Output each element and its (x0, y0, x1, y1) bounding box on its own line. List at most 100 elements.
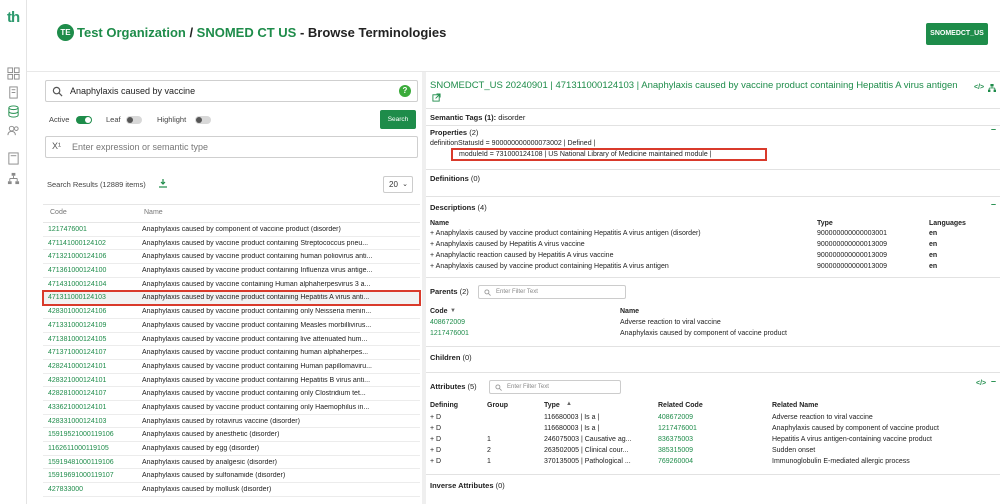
row-code[interactable]: 428281000124107 (48, 390, 106, 397)
help-icon[interactable]: ? (399, 85, 411, 97)
table-row[interactable]: 15919691000119107 Anaphylaxis caused by s… (43, 469, 420, 484)
active-toggle[interactable] (76, 116, 92, 124)
code-view-icon[interactable]: </> (974, 84, 984, 91)
table-row[interactable]: 428241000124101 Anaphylaxis caused by vac… (43, 360, 420, 374)
external-link-icon[interactable] (432, 93, 441, 102)
sort-desc-icon[interactable]: ▼ (450, 308, 456, 314)
table-row[interactable]: 471381000124105 Anaphylaxis caused by vac… (43, 333, 420, 347)
row-code[interactable]: 428301000124106 (48, 308, 106, 315)
table-row[interactable]: 471331000124109 Anaphylaxis caused by vac… (43, 319, 420, 333)
attribute-defining[interactable]: + D (430, 425, 441, 432)
table-row[interactable]: 428321000124101 Anaphylaxis caused by vac… (43, 374, 420, 388)
children-label[interactable]: Children (0) (430, 353, 472, 362)
description-name[interactable]: + Anaphylaxis caused by vaccine product … (430, 263, 669, 270)
attributes-filter-input[interactable]: Enter Filter Text (489, 380, 621, 394)
col-code[interactable]: Code (50, 209, 67, 216)
attribute-defining[interactable]: + D (430, 447, 441, 454)
table-row[interactable]: 428281000124107 Anaphylaxis caused by vac… (43, 387, 420, 401)
attributes-label[interactable]: Attributes (5) (430, 382, 477, 391)
definitions-label[interactable]: Definitions (0) (430, 174, 480, 183)
table-row[interactable]: 428331000124103 Anaphylaxis caused by rot… (43, 415, 420, 429)
expression-placeholder: Enter expression or semantic type (72, 142, 209, 152)
attribute-defining[interactable]: + D (430, 436, 441, 443)
database-icon[interactable] (7, 105, 20, 118)
dashboard-icon[interactable] (7, 67, 20, 80)
table-row[interactable]: 427833000 Anaphylaxis caused by mollusk (… (43, 483, 420, 497)
table-row[interactable]: 471321000124106 Anaphylaxis caused by vac… (43, 250, 420, 265)
att-col-type[interactable]: Type (544, 402, 560, 409)
collapse-properties-icon[interactable]: – (991, 124, 996, 134)
row-code[interactable]: 1217476001 (48, 226, 87, 233)
table-row[interactable]: 15919481000119106 Anaphylaxis caused by a… (43, 456, 420, 470)
building-icon[interactable] (7, 86, 20, 99)
table-row[interactable]: 1162611000119105 Anaphylaxis caused by eg… (43, 442, 420, 456)
row-code[interactable]: 433621000124101 (48, 404, 106, 411)
row-code[interactable]: 471141000124102 (48, 240, 106, 247)
descriptions-label[interactable]: Descriptions (4) (430, 203, 487, 212)
highlight-toggle[interactable] (195, 116, 211, 124)
row-code[interactable]: 471371000124107 (48, 349, 106, 356)
table-row[interactable]: 428301000124106 Anaphylaxis caused by vac… (43, 305, 420, 319)
org-link[interactable]: Test Organization (77, 25, 186, 40)
page-title: Test Organization / SNOMED CT US - Brows… (77, 24, 446, 41)
collapse-descriptions-icon[interactable]: – (991, 199, 996, 209)
sort-asc-icon[interactable]: ▲ (566, 401, 572, 407)
terminology-version-button[interactable]: SNOMEDCT_US (926, 23, 988, 45)
app-logo[interactable]: th (7, 9, 20, 26)
table-row[interactable]: 15919521000119106 Anaphylaxis caused by a… (43, 428, 420, 442)
attribute-related-code[interactable]: 408672009 (658, 414, 693, 421)
row-code[interactable]: 471431000124104 (48, 281, 106, 288)
col-name[interactable]: Name (144, 209, 163, 216)
hierarchy-view-icon[interactable] (988, 84, 996, 92)
search-input[interactable]: Anaphylaxis caused by vaccine ? (45, 80, 418, 102)
inverse-attributes-label[interactable]: Inverse Attributes (0) (430, 481, 505, 490)
parents-label[interactable]: Parents (2) (430, 287, 469, 296)
table-row[interactable]: 471431000124104 Anaphylaxis caused by vac… (43, 278, 420, 292)
row-code[interactable]: 427833000 (48, 486, 83, 493)
attributes-code-icon[interactable]: </> (976, 380, 986, 387)
properties-label[interactable]: Properties (2) (430, 128, 478, 137)
table-row[interactable]: 471141000124102 Anaphylaxis caused by vac… (43, 237, 420, 251)
row-code[interactable]: 428241000124101 (48, 363, 106, 370)
table-row[interactable]: 433621000124101 Anaphylaxis caused by vac… (43, 401, 420, 415)
description-name[interactable]: + Anaphylaxis caused by Hepatitis A viru… (430, 241, 585, 248)
table-row[interactable]: 471311000124103 Anaphylaxis caused by vac… (42, 290, 421, 307)
row-code[interactable]: 428331000124103 (48, 418, 106, 425)
parent-code[interactable]: 408672009 (430, 319, 465, 326)
row-code[interactable]: 15919521000119106 (48, 431, 114, 438)
collapse-attributes-icon[interactable]: – (991, 376, 996, 386)
description-name[interactable]: + Anaphylactic reaction caused by Hepati… (430, 252, 613, 259)
parent-code[interactable]: 1217476001 (430, 330, 469, 337)
row-code[interactable]: 471311000124103 (48, 294, 106, 301)
download-icon[interactable] (158, 178, 168, 188)
leaf-toggle[interactable] (126, 116, 142, 124)
table-row[interactable]: 471371000124107 Anaphylaxis caused by vac… (43, 346, 420, 360)
row-code[interactable]: 471331000124109 (48, 322, 106, 329)
book-icon[interactable] (7, 152, 20, 165)
attribute-related-code[interactable]: 385315009 (658, 447, 693, 454)
row-code[interactable]: 15919481000119106 (48, 459, 114, 466)
parents-filter-input[interactable]: Enter Filter Text (478, 285, 626, 299)
attribute-defining[interactable]: + D (430, 414, 441, 421)
terminology-link[interactable]: SNOMED CT US (197, 25, 297, 40)
row-code[interactable]: 471381000124105 (48, 336, 106, 343)
row-code[interactable]: 471321000124106 (48, 253, 106, 260)
row-code[interactable]: 428321000124101 (48, 377, 106, 384)
table-row[interactable]: 471361000124100 Anaphylaxis caused by vac… (43, 264, 420, 278)
att-col-related-name: Related Name (772, 402, 819, 409)
page-size-select[interactable]: 20 ⌄ (383, 176, 413, 193)
expression-input[interactable]: X¹ Enter expression or semantic type (45, 136, 418, 158)
description-name[interactable]: + Anaphylaxis caused by vaccine product … (430, 230, 701, 237)
search-button[interactable]: Search (380, 110, 416, 129)
row-code[interactable]: 15919691000119107 (48, 472, 114, 479)
attribute-related-code[interactable]: 769260004 (658, 458, 693, 465)
table-row[interactable]: 1217476001 Anaphylaxis caused by componen… (43, 223, 420, 237)
description-lang: en (929, 241, 938, 248)
attribute-related-code[interactable]: 836375003 (658, 436, 693, 443)
row-code[interactable]: 1162611000119105 (48, 445, 109, 452)
users-icon[interactable] (7, 124, 20, 137)
hierarchy-icon[interactable] (7, 172, 20, 185)
attribute-related-code[interactable]: 1217476001 (658, 425, 697, 432)
attribute-defining[interactable]: + D (430, 458, 441, 465)
row-code[interactable]: 471361000124100 (48, 267, 106, 274)
